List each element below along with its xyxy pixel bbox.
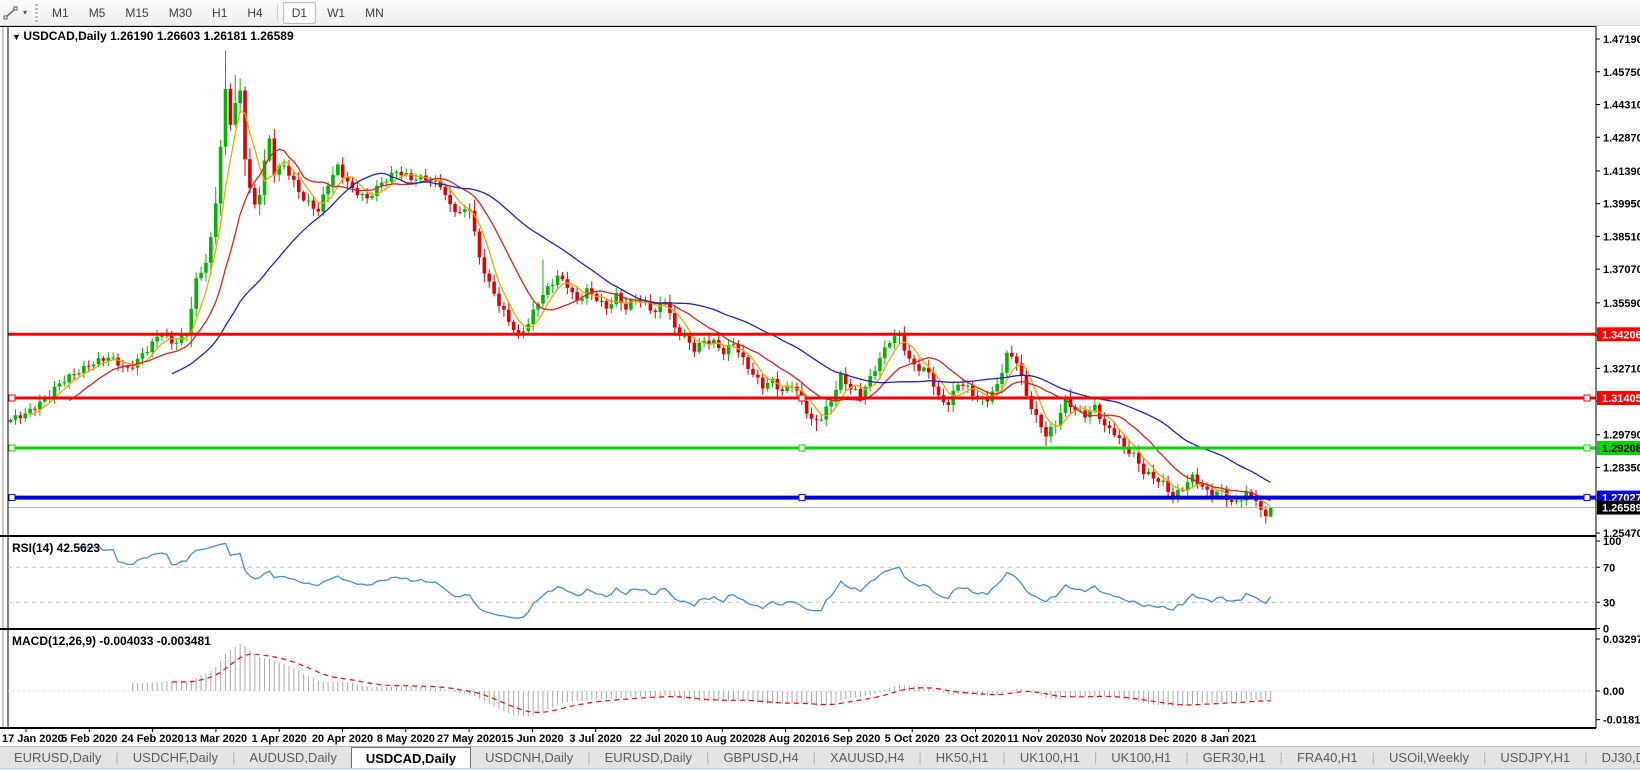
date-tick-label: 22 Jul 2020: [630, 733, 689, 745]
chart-tab-audusd-daily[interactable]: AUDUSD,Daily: [235, 747, 350, 768]
chart-tab-bar: EURUSD,Daily|USDCHF,Daily|AUDUSD,DailyUS…: [0, 746, 1640, 768]
date-tick-label: 16 Sep 2020: [817, 733, 880, 745]
chart-tab-eurusd-daily[interactable]: EURUSD,Daily: [0, 747, 115, 768]
date-tick-label: 8 May 2020: [377, 733, 435, 745]
chart-tab-usdcad-daily[interactable]: USDCAD,Daily: [351, 747, 471, 768]
price-tick-label: 1.37070: [1603, 264, 1640, 276]
hline-handle[interactable]: [1584, 395, 1590, 401]
chart-tab-dj30-daily[interactable]: DJ30,Daily: [1588, 747, 1640, 768]
price-tick-label: 1.28350: [1603, 462, 1640, 474]
hline-price-label: 1.29208: [1597, 441, 1640, 455]
timeframe-buttons: M1M5M15M30H1H4 D1W1MN: [42, 2, 394, 24]
trendline-tool-icon: [3, 5, 21, 21]
date-tick-label: 17 Jan 2020: [2, 733, 64, 745]
chart-tab-eurusd-daily[interactable]: EURUSD,Daily: [591, 747, 706, 768]
macd-axis-label: -0.018154: [1603, 715, 1640, 727]
price-tick-label: 1.44310: [1603, 100, 1640, 112]
date-tick-label: 5 Oct 2020: [885, 733, 940, 745]
date-tick-label: 8 Jan 2021: [1201, 733, 1257, 745]
price-tick-label: 1.35590: [1603, 298, 1640, 310]
hline-handle[interactable]: [1584, 495, 1590, 501]
hline-price-label: 1.31405: [1597, 391, 1640, 405]
chart-tab-usdcnh-daily[interactable]: USDCNH,Daily: [471, 747, 587, 768]
chart-title: ▼ USDCAD,Daily 1.26190 1.26603 1.26181 1…: [12, 29, 294, 43]
mt4-window: ▾ M1M5M15M30H1H4D1W1MN 1.471901.457501.4…: [0, 0, 1640, 770]
candle: [229, 83, 233, 130]
rsi-axis-label: 70: [1603, 562, 1615, 574]
svg-text:1.34206: 1.34206: [1602, 329, 1640, 341]
price-tick-label: 1.29790: [1603, 430, 1640, 442]
svg-text:1.29208: 1.29208: [1602, 443, 1640, 455]
candle: [302, 190, 306, 201]
hline-handle[interactable]: [9, 495, 15, 501]
hline-handle[interactable]: [799, 395, 805, 401]
date-tick-label: 20 Apr 2020: [312, 733, 373, 745]
timeframe-button-m30[interactable]: M30: [160, 2, 201, 24]
svg-text:1.31405: 1.31405: [1602, 393, 1640, 405]
date-tick-label: 13 Mar 2020: [185, 733, 247, 745]
macd-axis-label: 0.00: [1603, 686, 1624, 698]
chart-tab-fra40-h1[interactable]: FRA40,H1: [1283, 747, 1372, 768]
chart-tab-uk100-h1[interactable]: UK100,H1: [1006, 747, 1094, 768]
price-tick-label: 1.42870: [1603, 132, 1640, 144]
date-tick-label: 11 Nov 2020: [1007, 733, 1070, 745]
date-tick-label: 1 Apr 2020: [252, 733, 307, 745]
toolbar-grip[interactable]: [35, 4, 38, 22]
usdcad-daily-chart[interactable]: 1.47190 1.45750 1.44310 1.42870 1.41390 1.399…: [0, 26, 1640, 746]
price-tick-label: 1.45750: [1603, 67, 1640, 79]
hline-handle[interactable]: [799, 445, 805, 451]
date-tick-label: 18 Dec 2020: [1134, 733, 1197, 745]
timeframe-toolbar: ▾ M1M5M15M30H1H4 D1W1MN: [0, 0, 1640, 26]
chart-tab-usdchf-daily[interactable]: USDCHF,Daily: [119, 747, 232, 768]
rsi-label: RSI(14) 42.5623: [12, 541, 100, 555]
chart-tab-ger30-h1[interactable]: GER30,H1: [1189, 747, 1280, 768]
price-tick-label: 1.32710: [1603, 363, 1640, 375]
chart-tab-usdjpy-h1[interactable]: USDJPY,H1: [1486, 747, 1584, 768]
rsi-axis-label: 30: [1603, 597, 1615, 609]
date-tick-label: 5 Feb 2020: [61, 733, 117, 745]
hline-handle[interactable]: [799, 495, 805, 501]
timeframe-button-m5[interactable]: M5: [80, 2, 115, 24]
date-tick-label: 30 Nov 2020: [1070, 733, 1134, 745]
chart-tab-hk50-h1[interactable]: HK50,H1: [922, 747, 1003, 768]
date-tick-label: 27 May 2020: [437, 733, 501, 745]
timeframe-button-mn[interactable]: MN: [356, 2, 393, 24]
date-tick-label: 28 Aug 2020: [754, 733, 818, 745]
chart-tab-uk100-h1[interactable]: UK100,H1: [1097, 747, 1185, 768]
rsi-axis-label: 100: [1603, 536, 1621, 548]
current-price-label: 1.26589: [1597, 501, 1640, 515]
timeframe-button-m1[interactable]: M1: [43, 2, 78, 24]
hline-handle[interactable]: [9, 395, 15, 401]
macd-label: MACD(12,26,9) -0.004033 -0.003481: [12, 634, 211, 648]
date-tick-label: 15 Jun 2020: [501, 733, 563, 745]
chart-title-collapse-icon[interactable]: ▼: [12, 32, 23, 42]
candle: [1269, 507, 1273, 517]
timeframe-button-d1[interactable]: D1: [283, 2, 316, 24]
date-tick-label: 24 Feb 2020: [121, 733, 183, 745]
price-tick-label: 1.38510: [1603, 231, 1640, 243]
macd-axis-label: 0.032972: [1603, 634, 1640, 646]
draw-tool-button[interactable]: ▾: [0, 2, 31, 23]
svg-text:1.26589: 1.26589: [1602, 503, 1640, 515]
chart-tab-usoil-weekly[interactable]: USOil,Weekly: [1375, 747, 1483, 768]
date-tick-label: 10 Aug 2020: [690, 733, 754, 745]
chevron-down-icon: ▾: [23, 8, 27, 17]
date-tick-label: 23 Oct 2020: [945, 733, 1006, 745]
toolbar-divider: [277, 4, 278, 21]
chart-tab-gbpusd-h4[interactable]: GBPUSD,H4: [709, 747, 812, 768]
price-tick-label: 1.47190: [1603, 34, 1640, 46]
price-tick-label: 1.41390: [1603, 166, 1640, 178]
chart-tab-xauusd-h4[interactable]: XAUUSD,H4: [816, 747, 918, 768]
timeframe-button-h4[interactable]: H4: [238, 2, 271, 24]
hline-price-label: 1.34206: [1597, 327, 1640, 341]
hline-handle[interactable]: [1584, 445, 1590, 451]
hline-handle[interactable]: [9, 445, 15, 451]
timeframe-button-h1[interactable]: H1: [203, 2, 236, 24]
timeframe-button-w1[interactable]: W1: [318, 2, 354, 24]
price-tick-label: 1.39950: [1603, 199, 1640, 211]
date-tick-label: 3 Jul 2020: [569, 733, 622, 745]
chart-area[interactable]: 1.47190 1.45750 1.44310 1.42870 1.41390 1.399…: [0, 26, 1640, 746]
timeframe-button-m15[interactable]: M15: [116, 2, 157, 24]
